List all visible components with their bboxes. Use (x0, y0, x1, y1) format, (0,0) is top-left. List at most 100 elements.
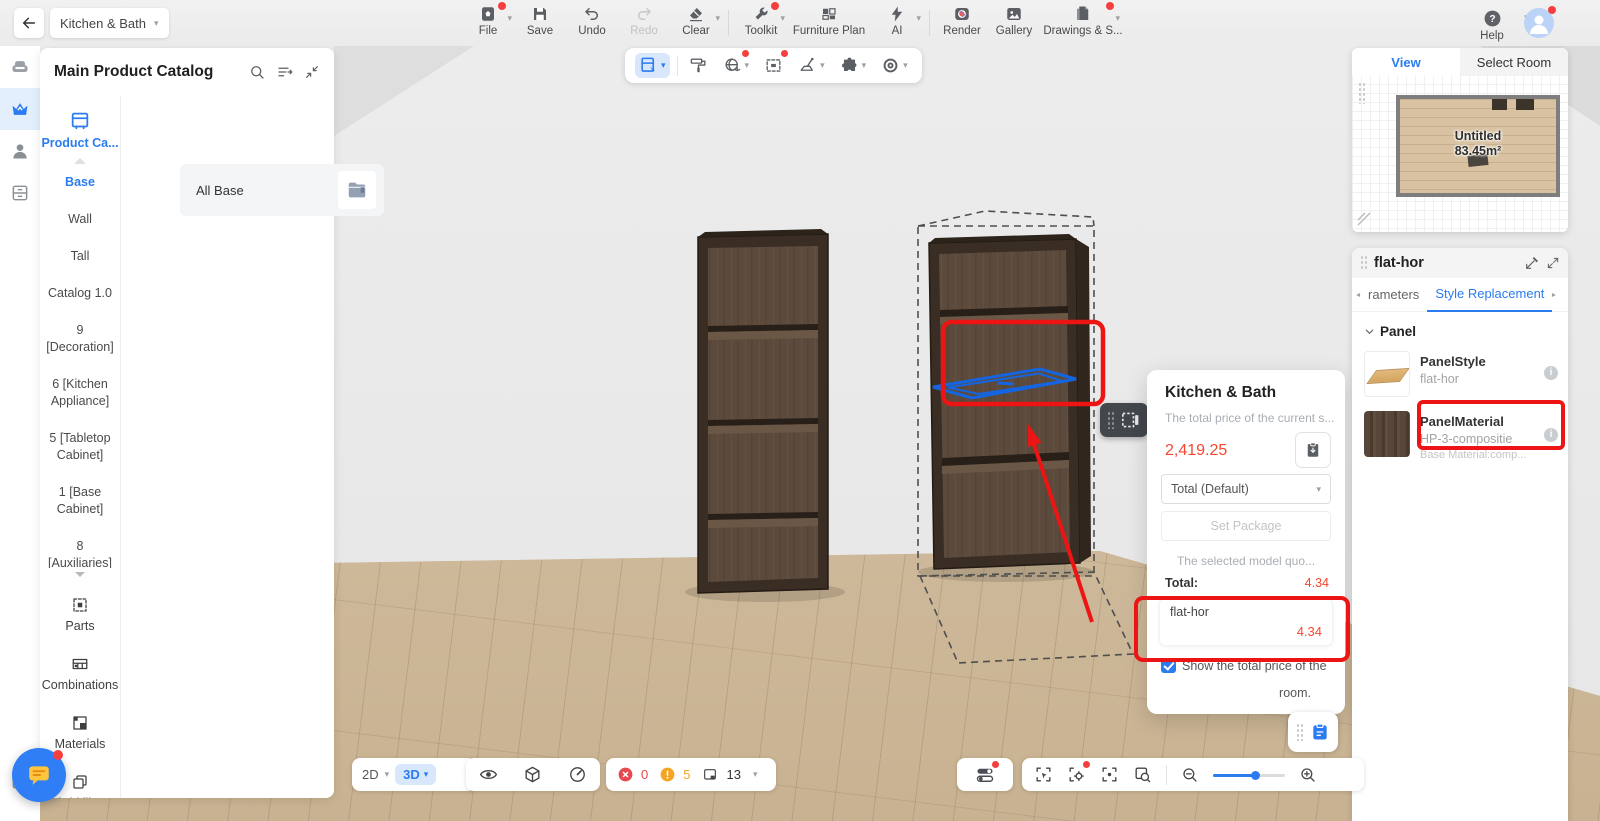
price-scope-select[interactable]: Total (Default) ▾ (1161, 474, 1331, 504)
svg-text:?: ? (1489, 14, 1495, 25)
zoom-slider-knob[interactable] (1251, 770, 1260, 780)
chat-bubble-icon (29, 766, 49, 785)
properties-header: flat-hor (1352, 248, 1568, 278)
tabs-scroll-left-icon[interactable]: ▾ (1354, 292, 1363, 296)
show-total-price-option: Show the total price of the room. (1161, 656, 1333, 703)
walkthrough-button[interactable] (568, 765, 587, 784)
nav-parts[interactable]: Parts (40, 585, 120, 644)
zoom-out-button[interactable] (1181, 766, 1199, 784)
caret-down-icon: ▾ (423, 769, 429, 779)
nav-scroll-down-icon[interactable] (75, 572, 85, 577)
nav-auxiliaries[interactable]: 8 [Auxiliaries] (40, 528, 120, 568)
menu-clear[interactable]: ▾ Clear (670, 0, 722, 46)
tab-product-catalog[interactable]: Product Ca... (40, 96, 120, 164)
dimension-label-top: 355.1 (960, 337, 1016, 361)
mode-3d-button[interactable]: 3D ▾ (395, 764, 437, 785)
section-panel[interactable]: Panel (1352, 312, 1568, 343)
nav-tall[interactable]: Tall (40, 238, 120, 275)
tool-plugins[interactable]: ▾ (836, 53, 871, 78)
drag-handle-icon[interactable] (1358, 82, 1366, 104)
project-selector[interactable]: Kitchen & Bath ▾ (50, 8, 169, 38)
nav-base[interactable]: Base (40, 164, 120, 201)
set-package-button[interactable]: Set Package (1161, 511, 1331, 541)
zoom-region-icon (1135, 767, 1151, 783)
parts-icon (73, 598, 87, 612)
back-button[interactable] (14, 8, 44, 38)
drag-handle-icon[interactable] (1360, 255, 1368, 271)
rail-storage-tab[interactable] (0, 172, 40, 214)
mode-2d-button[interactable]: 2D (362, 767, 379, 782)
clipboard-blue-icon (1313, 723, 1327, 740)
furniture-plan-icon (822, 8, 836, 20)
dimension-label-bottom: 426.2 (977, 408, 1027, 432)
quote-line-item[interactable]: flat-hor 4.34 (1159, 598, 1333, 646)
prop-panel-material[interactable]: PanelMaterial HP-3-compositie Base Mater… (1352, 403, 1568, 467)
menu-gallery[interactable]: Gallery (988, 0, 1040, 46)
expand-icon[interactable] (1546, 256, 1560, 270)
nav-tabletop-cabinet[interactable]: 5 [Tabletop Cabinet] (40, 420, 120, 474)
edit-selection-float-button[interactable] (1100, 403, 1148, 437)
frame-select-button[interactable] (1034, 765, 1053, 784)
menu-file[interactable]: ▾ File (462, 0, 514, 46)
tab-view[interactable]: View (1352, 48, 1460, 76)
sort-filter-icon[interactable] (276, 63, 294, 81)
tool-format-painter[interactable] (685, 53, 712, 78)
collapse-panel-icon[interactable] (304, 64, 320, 80)
tool-select-cabinet[interactable]: ▾ (635, 53, 670, 78)
menu-ai[interactable]: ▾ AI (871, 0, 923, 46)
zoom-in-button[interactable] (1299, 766, 1317, 784)
menu-redo[interactable]: Redo (618, 0, 670, 46)
menu-furniture-plan[interactable]: Furniture Plan (787, 0, 871, 46)
quote-clipboard-float-button[interactable] (1288, 712, 1338, 752)
support-chat-button[interactable] (12, 748, 66, 802)
rail-furnish-tab[interactable] (0, 46, 40, 88)
tool-environment[interactable]: ▾ (719, 50, 754, 78)
tab-style-replacement[interactable]: Style Replacement (1427, 277, 1553, 312)
minimap-room[interactable]: Untitled 83.45m² (1396, 95, 1560, 197)
nav-combinations[interactable]: Combinations (40, 644, 120, 703)
preferences-button[interactable] (957, 758, 1013, 791)
total-price-value: 2,419.25 (1165, 442, 1228, 459)
tool-marquee[interactable] (760, 50, 789, 78)
visibility-button[interactable] (479, 765, 498, 784)
view-mode-switch: 2D ▾ 3D ▾ (352, 758, 476, 791)
focus-selection-button[interactable] (1100, 765, 1119, 784)
list-item-all-base[interactable]: All Base (180, 164, 384, 216)
nav-wall[interactable]: Wall (40, 201, 120, 238)
tool-apply-style[interactable]: ▾ (794, 53, 829, 78)
menu-render[interactable]: Render (936, 0, 988, 46)
tabs-scroll-right-icon[interactable]: ▾ (1549, 292, 1558, 296)
menu-toolkit[interactable]: ▾ Toolkit (735, 0, 787, 46)
issues-bar[interactable]: 0 5 13 ▾ (606, 758, 776, 791)
info-icon[interactable]: i (1544, 366, 1558, 380)
drag-handle-icon (1296, 723, 1304, 741)
rail-products-tab[interactable] (0, 88, 40, 130)
menu-drawings[interactable]: ▾ Drawings & S... (1040, 0, 1126, 46)
search-icon[interactable] (248, 63, 266, 81)
checkbox-checked[interactable] (1161, 658, 1176, 673)
menu-undo[interactable]: Undo (566, 0, 618, 46)
nav-kitchen-appliance[interactable]: 6 [Kitchen Appliance] (40, 366, 120, 420)
user-avatar[interactable] (1524, 6, 1556, 38)
frame-settings-button[interactable] (1067, 761, 1090, 784)
zoom-region-button[interactable] (1133, 765, 1152, 784)
toolbar-divider (676, 55, 678, 76)
help-button[interactable]: ? Help (1466, 4, 1518, 42)
nav-catalog-1-0[interactable]: Catalog 1.0 (40, 275, 120, 312)
nav-decoration[interactable]: 9 [Decoration] (40, 312, 120, 366)
edit-icon[interactable] (1524, 255, 1540, 271)
display-options-bar (466, 758, 600, 791)
menu-save[interactable]: Save (514, 0, 566, 46)
nav-base-cabinet[interactable]: 1 [Base Cabinet] (40, 474, 120, 528)
export-quote-button[interactable] (1295, 432, 1331, 468)
eraser-icon (690, 8, 702, 22)
perspective-button[interactable] (523, 765, 542, 784)
zoom-slider[interactable] (1213, 768, 1285, 782)
resize-handle-icon[interactable] (1357, 212, 1371, 226)
info-icon[interactable]: i (1544, 428, 1558, 442)
prop-panel-style[interactable]: PanelStyle flat-hor i (1352, 343, 1568, 403)
tool-target[interactable]: ▾ (877, 53, 912, 78)
tab-parameters[interactable]: rameters (1360, 278, 1427, 311)
tab-select-room[interactable]: Select Room (1460, 48, 1568, 76)
rail-account-tab[interactable] (0, 130, 40, 172)
